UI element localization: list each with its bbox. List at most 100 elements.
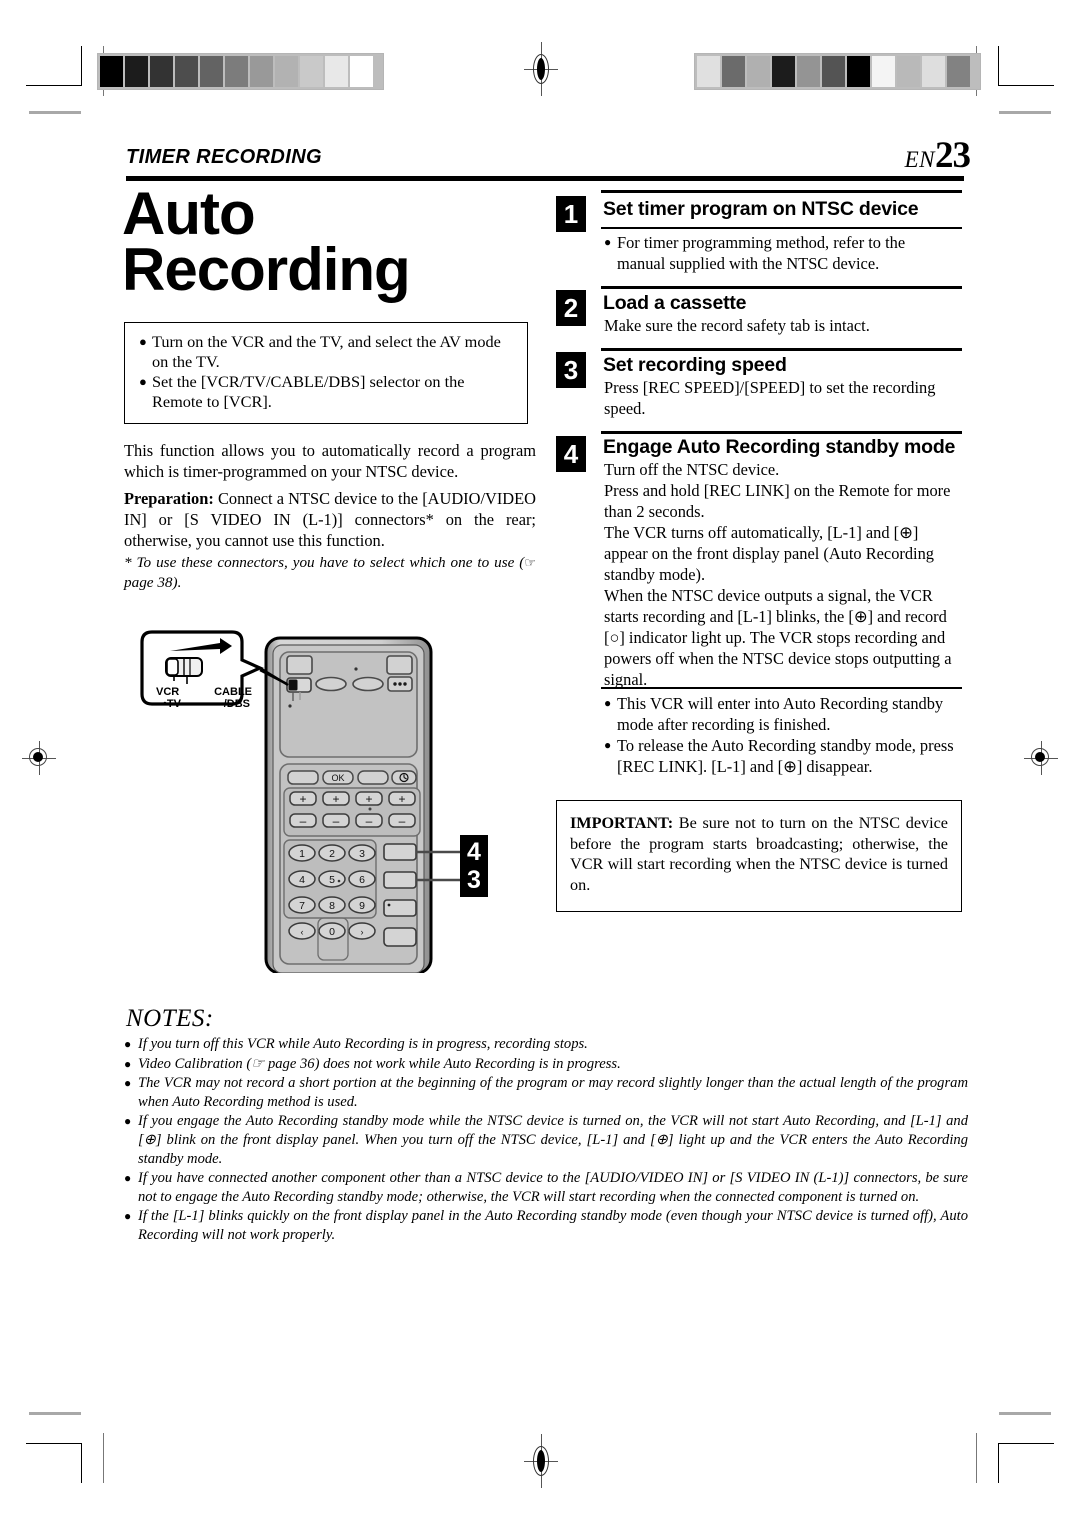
step-4-line-3: The VCR turns off automatically, [L-1] a… [604, 523, 934, 584]
gray-swatch-2 [747, 56, 770, 87]
bullet-icon: ● [124, 1076, 132, 1091]
gray-scale-bar-left [97, 53, 384, 90]
note-item: ● The VCR may not record a short portion… [122, 1074, 968, 1111]
svg-text:2: 2 [329, 848, 335, 860]
svg-text:+: + [365, 792, 372, 806]
note-text: If the [L-1] blinks quickly on the front… [138, 1208, 968, 1243]
step-1-rule-mid [601, 227, 962, 229]
svg-text:–: – [399, 814, 406, 828]
registration-mark-top [524, 42, 558, 96]
important-label: IMPORTANT: [570, 814, 674, 832]
selector-callout-labels: VCR CABLE •TV /DBS [154, 686, 254, 710]
svg-text:›: › [361, 927, 364, 937]
step-4-notes: ● This VCR will enter into Auto Recordin… [604, 693, 960, 777]
note-text: The VCR may not record a short portion a… [138, 1075, 968, 1110]
selector-label-cable: CABLE [214, 686, 252, 698]
intro-paragraph: This function allows you to automaticall… [124, 441, 536, 481]
gray-swatch-6 [250, 56, 273, 87]
note-text: Video Calibration (☞ page 36) does not w… [138, 1055, 621, 1072]
gray-swatch-4 [200, 56, 223, 87]
gray-swatch-4 [797, 56, 820, 87]
svg-text:+: + [332, 792, 339, 806]
note-text: If you turn off this VCR while Auto Reco… [138, 1036, 588, 1052]
bullet-icon: ● [139, 374, 147, 389]
svg-text:5: 5 [329, 874, 335, 886]
step-4-body: Turn off the NTSC device. Press and hold… [604, 459, 960, 690]
section-header-title: TIMER RECORDING [126, 146, 322, 168]
crop-mark-br-gray [999, 1412, 1051, 1415]
step-2-rule-top [601, 286, 962, 289]
language-code: EN [904, 147, 935, 172]
svg-text:9: 9 [359, 900, 365, 912]
svg-text:3: 3 [359, 848, 365, 860]
svg-text:+: + [398, 792, 405, 806]
svg-text:‹: ‹ [301, 927, 304, 937]
gray-swatch-9 [922, 56, 945, 87]
gray-swatch-0 [697, 56, 720, 87]
footnote-text-end: page 38). [124, 573, 182, 591]
crop-mark-tl-v [81, 46, 82, 86]
gray-swatch-3 [175, 56, 198, 87]
pointing-hand-icon: ☞ [524, 555, 536, 570]
step-3-rule-top [601, 348, 962, 351]
registration-mark-bottom [524, 1434, 558, 1488]
step-1-heading: Set timer program on NTSC device [603, 198, 919, 220]
crop-mark-br-v2 [976, 1433, 977, 1483]
step-4-heading: Engage Auto Recording standby mode [603, 436, 956, 458]
page-canvas: TIMER RECORDING EN23 Auto Recording ● Tu… [0, 0, 1080, 1528]
svg-text:0: 0 [329, 926, 335, 938]
crop-mark-bl-v2 [103, 1433, 104, 1483]
svg-text:1: 1 [299, 848, 305, 860]
svg-text:–: – [300, 814, 307, 828]
remote-control-illustration: OK + + + + – – – – 1 2 3 4 5 6 7 8 9 ‹ 0… [140, 618, 510, 975]
note-item: ● If you have connected another componen… [122, 1169, 968, 1206]
gray-swatch-10 [350, 56, 373, 87]
selector-label-vcr: VCR [156, 686, 180, 698]
step-2-heading: Load a cassette [603, 292, 747, 314]
step-4-note-1: ● This VCR will enter into Auto Recordin… [604, 693, 960, 735]
crop-mark-tr-h [998, 85, 1054, 86]
page-number: 23 [935, 135, 971, 176]
svg-text:–: – [366, 814, 373, 828]
crop-mark-br-h [998, 1443, 1054, 1444]
notes-title: NOTES: [126, 1005, 214, 1032]
selector-label-tv: •TV [163, 698, 181, 710]
step-4-note-2-text: To release the Auto Recording standby mo… [617, 736, 954, 776]
selector-label-dbs: /DBS [223, 698, 250, 710]
crop-mark-bl-gray [29, 1412, 81, 1415]
gray-swatch-9 [325, 56, 348, 87]
gray-swatch-1 [125, 56, 148, 87]
gray-swatch-2 [150, 56, 173, 87]
gray-scale-bar-right [694, 53, 981, 90]
gray-swatch-5 [822, 56, 845, 87]
svg-text:7: 7 [299, 900, 305, 912]
svg-text:+: + [299, 792, 306, 806]
footnote: * To use these connectors, you have to s… [124, 553, 536, 592]
gray-swatch-3 [772, 56, 795, 87]
bullet-icon: ● [124, 1037, 132, 1051]
note-text: If you engage the Auto Recording standby… [138, 1113, 968, 1167]
note-item: ● If you engage the Auto Recording stand… [122, 1112, 968, 1168]
important-callout-box: IMPORTANT: Be sure not to turn on the NT… [556, 800, 962, 912]
step-4-line-4: When the NTSC device outputs a signal, t… [604, 586, 952, 689]
page-number-block: EN23 [904, 134, 971, 177]
registration-mark-left [22, 741, 56, 775]
crop-mark-bl-h [26, 1443, 82, 1444]
svg-text:6: 6 [359, 874, 365, 886]
registration-mark-right [1024, 741, 1058, 775]
bullet-icon: ● [124, 1171, 132, 1186]
bullet-icon: ● [604, 696, 612, 710]
bullet-icon: ● [604, 738, 612, 752]
prep-bullet-1: ● Turn on the VCR and the TV, and select… [139, 332, 513, 371]
page-title-line2: Recording [122, 236, 411, 303]
crop-mark-bl-v [81, 1443, 82, 1483]
crop-mark-br-v [998, 1443, 999, 1483]
bullet-icon: ● [124, 1209, 132, 1224]
bullet-icon: ● [124, 1114, 132, 1129]
prep-bullet-1-text: Turn on the VCR and the TV, and select t… [152, 332, 501, 371]
step-3-number: 3 [556, 352, 586, 388]
prep-bullet-2-text: Set the [VCR/TV/CABLE/DBS] selector on t… [152, 372, 465, 411]
step-3-heading: Set recording speed [603, 354, 787, 376]
step-2-number: 2 [556, 290, 586, 326]
crop-mark-tl-gray [29, 111, 81, 114]
